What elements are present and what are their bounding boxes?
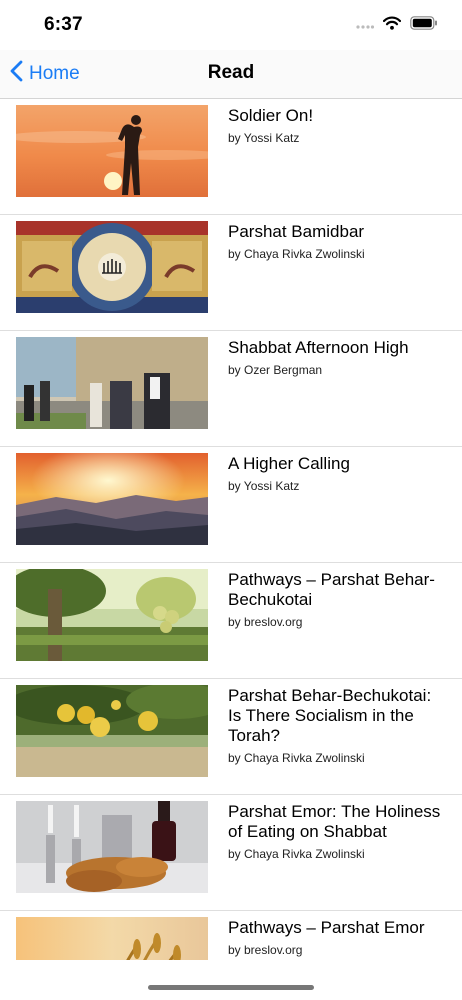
list-item[interactable]: Parshat Behar-Bechukotai: Is There Socia… bbox=[0, 679, 462, 795]
article-thumbnail bbox=[16, 221, 208, 313]
article-thumbnail bbox=[16, 569, 208, 661]
page-title: Read bbox=[207, 62, 255, 83]
navigation-bar: Home Read bbox=[0, 50, 462, 99]
battery-icon bbox=[410, 16, 438, 35]
article-title: Parshat Emor: The Holiness of Eating on … bbox=[228, 802, 441, 841]
article-thumbnail bbox=[16, 801, 208, 893]
article-thumbnail bbox=[16, 685, 208, 777]
article-author: by Chaya Rivka Zwolinski bbox=[228, 751, 365, 765]
article-author: by Ozer Bergman bbox=[228, 363, 323, 377]
article-author: by breslov.org bbox=[228, 615, 303, 629]
article-thumbnail bbox=[16, 917, 208, 960]
status-icons bbox=[356, 16, 438, 35]
article-title: A Higher Calling bbox=[228, 454, 350, 473]
list-item[interactable]: Pathways – Parshat Behar-Bechukotai by b… bbox=[0, 563, 462, 679]
article-author: by Yossi Katz bbox=[228, 479, 300, 493]
article-author: by breslov.org bbox=[228, 943, 303, 957]
article-author: by Yossi Katz bbox=[228, 131, 300, 145]
article-list[interactable]: Soldier On! by Yossi Katz Parshat Bamidb… bbox=[0, 99, 462, 960]
status-bar: 6:37 bbox=[0, 0, 462, 50]
article-author: by Chaya Rivka Zwolinski bbox=[228, 847, 365, 861]
status-time: 6:37 bbox=[44, 14, 83, 35]
list-item[interactable]: Pathways – Parshat Emor by breslov.org bbox=[0, 911, 462, 960]
article-title: Pathways – Parshat Emor bbox=[228, 918, 425, 937]
list-item[interactable]: A Higher Calling by Yossi Katz bbox=[0, 447, 462, 563]
article-title: Soldier On! bbox=[228, 106, 314, 125]
article-thumbnail bbox=[16, 453, 208, 545]
list-item[interactable]: Shabbat Afternoon High by Ozer Bergman bbox=[0, 331, 462, 447]
list-item[interactable]: Parshat Emor: The Holiness of Eating on … bbox=[0, 795, 462, 911]
article-thumbnail bbox=[16, 105, 208, 197]
list-item[interactable]: Soldier On! by Yossi Katz bbox=[0, 99, 462, 215]
list-item[interactable]: Parshat Bamidbar by Chaya Rivka Zwolinsk… bbox=[0, 215, 462, 331]
article-title: Pathways – Parshat Behar-Bechukotai bbox=[228, 570, 435, 609]
cellular-icon bbox=[356, 17, 375, 35]
article-title: Shabbat Afternoon High bbox=[228, 338, 409, 357]
home-indicator[interactable] bbox=[148, 985, 314, 990]
wifi-icon bbox=[382, 16, 402, 35]
article-author: by Chaya Rivka Zwolinski bbox=[228, 247, 365, 261]
article-title: Parshat Behar-Bechukotai: Is There Socia… bbox=[228, 686, 432, 745]
article-thumbnail bbox=[16, 337, 208, 429]
article-title: Parshat Bamidbar bbox=[228, 222, 365, 241]
